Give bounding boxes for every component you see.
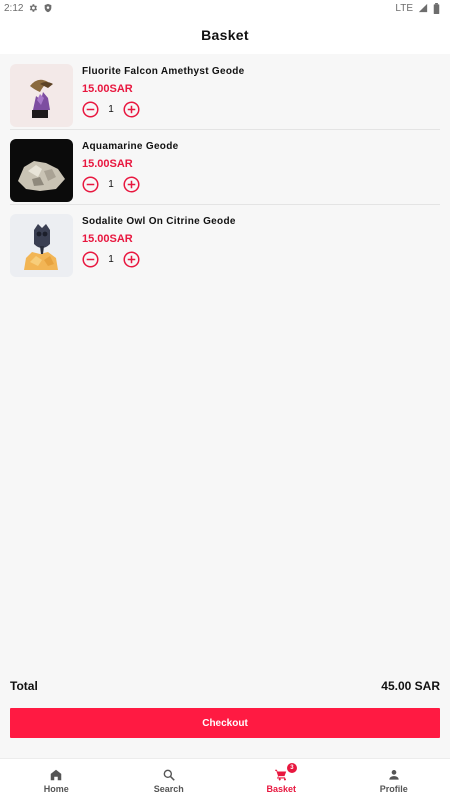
basket-list: Fluorite Falcon Amethyst Geode 15.00SAR … xyxy=(0,55,450,280)
quantity-value: 1 xyxy=(108,178,114,190)
nav-label: Search xyxy=(153,784,184,794)
product-image[interactable] xyxy=(10,64,73,127)
settings-icon xyxy=(28,3,38,13)
basket-item[interactable]: Fluorite Falcon Amethyst Geode 15.00SAR … xyxy=(0,55,450,130)
status-bar: 2:12 LTE xyxy=(0,0,450,16)
nav-item-basket[interactable]: 3 Basket xyxy=(225,759,338,800)
network-type: LTE xyxy=(395,2,413,14)
item-info: Fluorite Falcon Amethyst Geode 15.00SAR … xyxy=(82,64,245,118)
quantity-stepper: 1 xyxy=(82,175,179,193)
bottom-nav: Home Search 3 Basket Profile xyxy=(0,758,450,800)
plus-circle-icon[interactable] xyxy=(123,250,140,268)
basket-item[interactable]: Sodalite Owl On Citrine Geode 15.00SAR 1 xyxy=(0,205,450,280)
app-header: Basket xyxy=(0,16,450,54)
shield-icon xyxy=(43,3,53,13)
plus-circle-icon[interactable] xyxy=(123,100,140,118)
nav-label: Profile xyxy=(379,784,408,794)
total-row: Total 45.00 SAR xyxy=(10,676,440,696)
item-price: 15.00SAR xyxy=(82,83,133,95)
status-time: 2:12 xyxy=(4,2,24,14)
quantity-stepper: 1 xyxy=(82,100,245,118)
quantity-value: 1 xyxy=(108,253,114,265)
item-price: 15.00SAR xyxy=(82,233,133,245)
item-price: 15.00SAR xyxy=(82,158,133,170)
cart-count-badge: 3 xyxy=(286,763,297,773)
status-left: 2:12 xyxy=(4,3,53,14)
product-image[interactable] xyxy=(10,139,73,202)
checkout-button[interactable]: Checkout xyxy=(10,708,440,738)
nav-item-search[interactable]: Search xyxy=(113,759,226,800)
status-right: LTE xyxy=(395,3,440,14)
plus-circle-icon[interactable] xyxy=(123,175,140,193)
page-title: Basket xyxy=(201,27,249,43)
minus-circle-icon[interactable] xyxy=(82,250,99,268)
minus-circle-icon[interactable] xyxy=(82,175,99,193)
battery-icon xyxy=(433,3,440,14)
quantity-value: 1 xyxy=(108,103,114,115)
cart-icon xyxy=(274,768,288,782)
product-image[interactable] xyxy=(10,214,73,277)
search-icon xyxy=(162,768,176,782)
item-name: Sodalite Owl On Citrine Geode xyxy=(82,216,236,227)
basket-item[interactable]: Aquamarine Geode 15.00SAR 1 xyxy=(0,130,450,205)
nav-label: Basket xyxy=(266,784,297,794)
person-icon xyxy=(387,768,401,782)
nav-item-profile[interactable]: Profile xyxy=(338,759,450,800)
signal-icon xyxy=(418,3,428,13)
total-label: Total xyxy=(10,679,38,693)
item-info: Aquamarine Geode 15.00SAR 1 xyxy=(82,139,179,193)
item-info: Sodalite Owl On Citrine Geode 15.00SAR 1 xyxy=(82,214,236,268)
quantity-stepper: 1 xyxy=(82,250,236,268)
home-icon xyxy=(49,768,63,782)
nav-label: Home xyxy=(43,784,69,794)
minus-circle-icon[interactable] xyxy=(82,100,99,118)
item-name: Aquamarine Geode xyxy=(82,141,179,152)
nav-item-home[interactable]: Home xyxy=(0,759,113,800)
item-name: Fluorite Falcon Amethyst Geode xyxy=(82,66,245,77)
total-value: 45.00 SAR xyxy=(381,679,440,693)
